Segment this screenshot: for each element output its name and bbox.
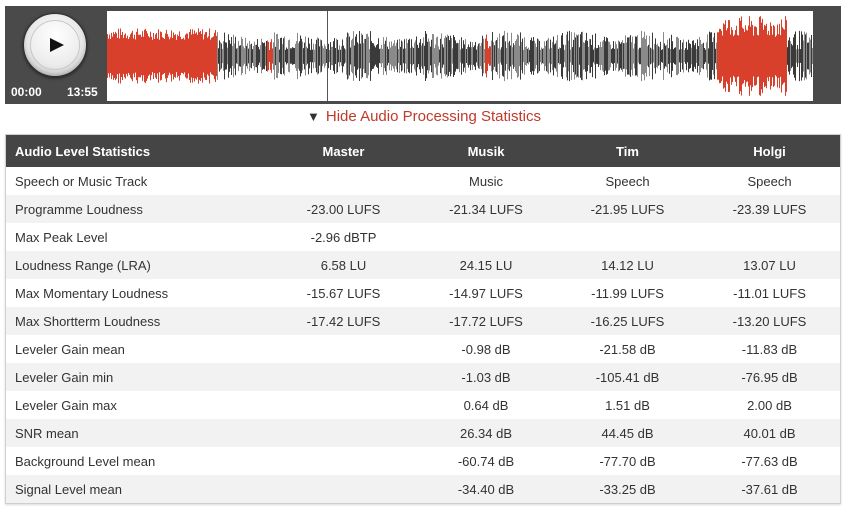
- cell-label: SNR mean: [6, 419, 271, 447]
- cell-master: [271, 419, 416, 447]
- cell-holgi: 40.01 dB: [699, 419, 840, 447]
- cell-label: Speech or Music Track: [6, 167, 271, 195]
- cell-holgi: -23.39 LUFS: [699, 195, 840, 223]
- cell-label: Max Peak Level: [6, 223, 271, 251]
- cell-tim: -77.70 dB: [556, 447, 699, 475]
- table-row: Background Level mean -60.74 dB -77.70 dB -…: [6, 447, 840, 475]
- cell-musik: Music: [416, 167, 556, 195]
- cell-label: Programme Loudness: [6, 195, 271, 223]
- table-row: Max Momentary Loudness -15.67 LUFS -14.97 …: [6, 279, 840, 307]
- cell-label: Leveler Gain max: [6, 391, 271, 419]
- cell-musik: -34.40 dB: [416, 475, 556, 503]
- total-time: 13:55: [67, 85, 98, 99]
- play-icon: [50, 38, 64, 52]
- cell-holgi: [699, 223, 840, 251]
- table-row: Leveler Gain min -1.03 dB -105.41 dB -76.95…: [6, 363, 840, 391]
- cell-label: Max Shortterm Loudness: [6, 307, 271, 335]
- toggle-label: Hide Audio Processing Statistics: [325, 108, 541, 125]
- cell-musik: -60.74 dB: [416, 447, 556, 475]
- cell-master: -17.42 LUFS: [271, 307, 416, 335]
- cell-musik: -21.34 LUFS: [416, 195, 556, 223]
- table-row: Signal Level mean -34.40 dB -33.25 dB -37.6…: [6, 475, 840, 503]
- cell-musik: [416, 223, 556, 251]
- cell-holgi: -11.01 LUFS: [699, 279, 840, 307]
- cell-musik: 0.64 dB: [416, 391, 556, 419]
- cell-tim: -33.25 dB: [556, 475, 699, 503]
- cell-master: -2.96 dBTP: [271, 223, 416, 251]
- cell-tim: -21.95 LUFS: [556, 195, 699, 223]
- cell-musik: 26.34 dB: [416, 419, 556, 447]
- cell-master: 6.58 LU: [271, 251, 416, 279]
- cell-master: -23.00 LUFS: [271, 195, 416, 223]
- header-musik: Musik: [416, 135, 556, 167]
- cell-holgi: -11.83 dB: [699, 335, 840, 363]
- cell-holgi: 2.00 dB: [699, 391, 840, 419]
- cell-holgi: -76.95 dB: [699, 363, 840, 391]
- cell-musik: -0.98 dB: [416, 335, 556, 363]
- table-row: Leveler Gain max 0.64 dB 1.51 dB 2.00 dB: [6, 391, 840, 419]
- waveform-seekbar[interactable]: [107, 11, 813, 101]
- cell-tim: 1.51 dB: [556, 391, 699, 419]
- cell-tim: Speech: [556, 167, 699, 195]
- current-time: 00:00: [11, 85, 42, 99]
- cell-holgi: Speech: [699, 167, 840, 195]
- header-tim: Tim: [556, 135, 699, 167]
- table-header-row: Audio Level Statistics Master Musik Tim …: [6, 135, 840, 167]
- table-row: Max Peak Level -2.96 dBTP: [6, 223, 840, 251]
- cell-tim: -105.41 dB: [556, 363, 699, 391]
- cell-musik: 24.15 LU: [416, 251, 556, 279]
- header-master: Master: [271, 135, 416, 167]
- cell-tim: 44.45 dB: [556, 419, 699, 447]
- waveform-graphic: [107, 11, 813, 101]
- triangle-down-icon: ▼: [307, 109, 320, 124]
- cell-label: Loudness Range (LRA): [6, 251, 271, 279]
- hide-statistics-toggle[interactable]: ▼ Hide Audio Processing Statistics: [307, 108, 541, 128]
- cell-master: [271, 391, 416, 419]
- cell-label: Leveler Gain mean: [6, 335, 271, 363]
- audio-player: 00:00 13:55: [5, 6, 841, 104]
- table-row: Speech or Music Track Music Speech Speech: [6, 167, 840, 195]
- cell-label: Max Momentary Loudness: [6, 279, 271, 307]
- audio-level-statistics-table: Audio Level Statistics Master Musik Tim …: [5, 134, 841, 504]
- header-holgi: Holgi: [699, 135, 840, 167]
- cell-holgi: -77.63 dB: [699, 447, 840, 475]
- cell-holgi: -37.61 dB: [699, 475, 840, 503]
- cell-tim: -16.25 LUFS: [556, 307, 699, 335]
- table-row: Loudness Range (LRA) 6.58 LU 24.15 LU 14.12…: [6, 251, 840, 279]
- table-row: Max Shortterm Loudness -17.42 LUFS -17.72 …: [6, 307, 840, 335]
- cell-holgi: 13.07 LU: [699, 251, 840, 279]
- header-statistics: Audio Level Statistics: [6, 135, 271, 167]
- cell-musik: -17.72 LUFS: [416, 307, 556, 335]
- cell-tim: 14.12 LU: [556, 251, 699, 279]
- cell-musik: -14.97 LUFS: [416, 279, 556, 307]
- cell-label: Background Level mean: [6, 447, 271, 475]
- cell-master: [271, 363, 416, 391]
- table-row: Programme Loudness -23.00 LUFS -21.34 LUFS…: [6, 195, 840, 223]
- cell-label: Signal Level mean: [6, 475, 271, 503]
- cell-tim: [556, 223, 699, 251]
- cell-master: [271, 335, 416, 363]
- table-row: Leveler Gain mean -0.98 dB -21.58 dB -11.83…: [6, 335, 840, 363]
- table-row: SNR mean 26.34 dB 44.45 dB 40.01 dB: [6, 419, 840, 447]
- play-button[interactable]: [23, 13, 87, 77]
- cell-holgi: -13.20 LUFS: [699, 307, 840, 335]
- cell-label: Leveler Gain min: [6, 363, 271, 391]
- cell-tim: -21.58 dB: [556, 335, 699, 363]
- cell-master: [271, 167, 416, 195]
- cell-master: [271, 447, 416, 475]
- cell-master: [271, 475, 416, 503]
- cell-master: -15.67 LUFS: [271, 279, 416, 307]
- cell-tim: -11.99 LUFS: [556, 279, 699, 307]
- cell-musik: -1.03 dB: [416, 363, 556, 391]
